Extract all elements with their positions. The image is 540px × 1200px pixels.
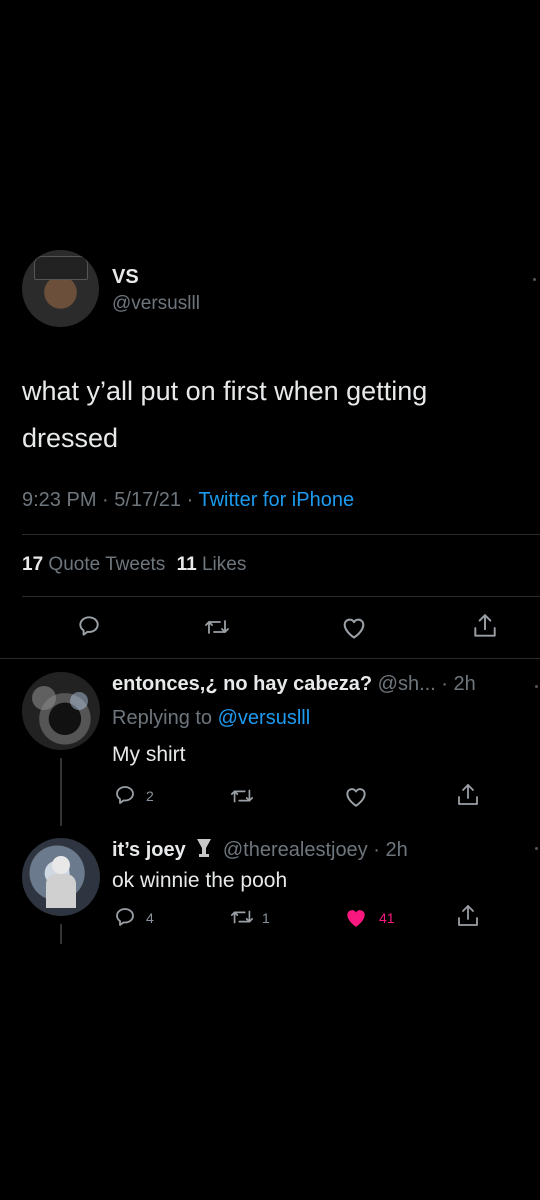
avatar-reply-1[interactable] — [22, 672, 100, 750]
quote-count: 17 — [22, 554, 44, 575]
avatar-hat — [34, 256, 88, 280]
share-icon[interactable] — [456, 782, 480, 808]
avatar-main[interactable] — [22, 250, 99, 327]
trophy-emoji-icon — [195, 837, 213, 865]
meta-separator: · — [186, 489, 194, 511]
divider — [22, 534, 540, 535]
reply-icon[interactable] — [113, 783, 137, 807]
author-display-name[interactable]: VS — [112, 266, 139, 289]
tweet-stats: 17 Quote Tweets 11 Likes — [22, 554, 246, 576]
tweet-text: what y’all put on first when getting dre… — [22, 368, 427, 462]
reply-2-text: ok winnie the pooh — [112, 869, 288, 892]
quote-label: Quote Tweets — [48, 554, 166, 575]
avatar-figure — [46, 874, 76, 908]
share-icon[interactable] — [456, 903, 480, 929]
reply-1-text: My shirt — [112, 743, 186, 766]
meta-separator: · — [102, 489, 109, 511]
like-icon[interactable] — [340, 614, 368, 640]
reply-1-reply-count: 2 — [146, 788, 154, 804]
author-handle[interactable]: @versuslll — [112, 293, 200, 315]
avatar-reply-2[interactable] — [22, 838, 100, 916]
reply-2-reply-count: 4 — [146, 910, 154, 926]
replying-to-prefix: Replying to — [112, 707, 213, 729]
reply-2-display-name[interactable]: it’s joey — [112, 839, 186, 861]
tweet-text-line-1: what y’all put on first when getting — [22, 376, 428, 406]
reply-1-handle-time[interactable]: @sh... · 2h — [378, 673, 476, 695]
more-options-icon[interactable] — [535, 847, 538, 850]
reply-1-display-name[interactable]: entonces,¿ no hay cabeza? — [112, 673, 372, 695]
reply-1-header: entonces,¿ no hay cabeza? @sh... · 2h — [112, 673, 476, 696]
tweet-meta: 9:23 PM · 5/17/21 · Twitter for iPhone — [22, 489, 354, 512]
divider — [0, 658, 540, 659]
like-label: Likes — [201, 554, 247, 575]
reply-2-like-count: 41 — [379, 910, 395, 926]
divider — [22, 596, 540, 597]
tweet-client-link[interactable]: Twitter for iPhone — [198, 489, 354, 511]
avatar-figure — [52, 856, 70, 874]
retweet-icon[interactable] — [229, 905, 255, 929]
liked-heart-icon[interactable] — [343, 905, 369, 929]
reply-icon[interactable] — [76, 613, 102, 639]
tweet-text-line-2: dressed — [22, 423, 119, 453]
thread-line — [60, 924, 62, 944]
retweet-icon[interactable] — [203, 614, 231, 640]
reply-icon[interactable] — [113, 905, 137, 929]
more-options-icon[interactable] — [533, 278, 536, 281]
quote-tweets-stat[interactable]: 17 Quote Tweets — [22, 554, 171, 575]
avatar-decoration — [70, 692, 88, 710]
avatar-decoration — [32, 686, 56, 710]
share-icon[interactable] — [472, 612, 498, 640]
like-count: 11 — [176, 554, 197, 575]
more-options-icon[interactable] — [535, 685, 538, 688]
likes-stat[interactable]: 11 Likes — [177, 554, 247, 575]
tweet-date: 5/17/21 — [114, 489, 182, 511]
tweet-time: 9:23 PM — [22, 489, 97, 511]
reply-1-replying-to: Replying to @versuslll — [112, 707, 310, 730]
reply-2-header: it’s joey @therealestjoey · 2h — [112, 837, 408, 865]
reply-2-handle-time[interactable]: @therealestjoey · 2h — [223, 839, 408, 861]
retweet-icon[interactable] — [229, 784, 255, 808]
reply-2-retweet-count: 1 — [262, 910, 270, 926]
replying-to-handle[interactable]: @versuslll — [218, 707, 311, 729]
thread-line — [60, 758, 62, 826]
like-icon[interactable] — [343, 784, 369, 808]
